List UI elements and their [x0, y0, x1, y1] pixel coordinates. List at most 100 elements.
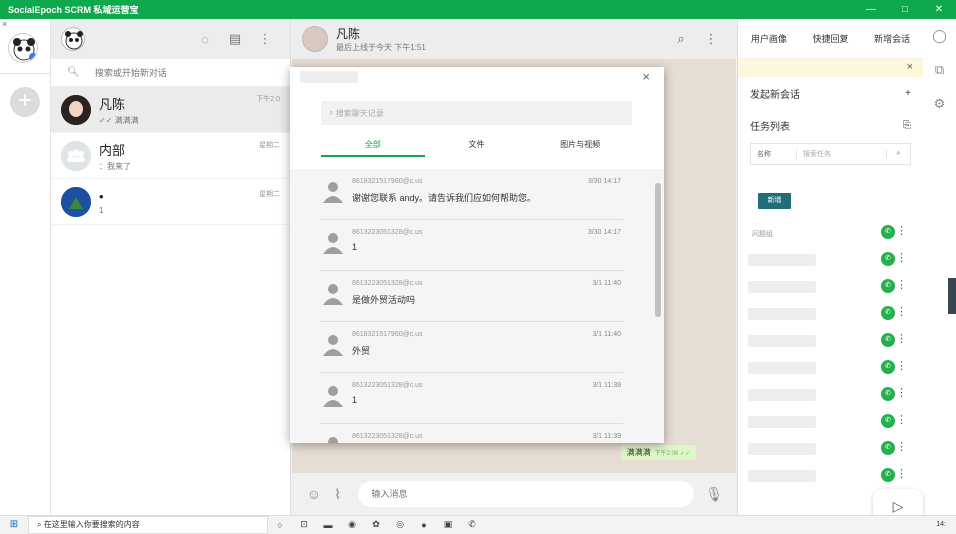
translate-icon[interactable]: ⧉ — [923, 53, 956, 87]
tab-all[interactable]: 全部 — [321, 139, 425, 157]
maximize-button[interactable]: □ — [888, 4, 922, 15]
whatsapp-icon[interactable]: ✆ — [881, 414, 895, 428]
chrome-icon[interactable]: ◎ — [388, 519, 412, 530]
new-chat-icon[interactable]: ▤ — [220, 31, 250, 47]
task-row[interactable]: ✆ ⋮ — [748, 248, 913, 272]
account-avatar[interactable] — [8, 33, 38, 63]
chat-search: 🔍︎ — [51, 59, 290, 87]
message-input[interactable] — [357, 481, 695, 507]
more-icon[interactable]: ⋮ — [896, 440, 907, 453]
task-row[interactable]: ✆ ⋮ — [748, 302, 913, 326]
task-row[interactable]: ✆ ⋮ — [748, 464, 913, 488]
task-row[interactable]: ✆ ⋮ — [748, 221, 913, 245]
task-row[interactable]: ✆ ⋮ — [748, 356, 913, 380]
search-icon[interactable]: ⌕ — [886, 150, 910, 158]
history-item[interactable]: 8618321517960@c.us 3/1 11:40 外贸 — [320, 322, 623, 373]
chat-item-3[interactable]: • 星期二 1 — [51, 179, 290, 225]
whatsapp-icon[interactable]: ✆ — [881, 225, 895, 239]
rail-close-icon[interactable]: × — [2, 19, 7, 29]
widgets-icon[interactable]: ⊡ — [292, 519, 316, 530]
menu-icon[interactable]: ⋮ — [250, 31, 280, 47]
start-chat-row[interactable]: 发起新会话 + — [738, 77, 923, 109]
app-icon[interactable]: ▣ — [436, 519, 460, 530]
whatsapp-icon[interactable]: ✆ — [881, 279, 895, 293]
more-icon[interactable]: ⋮ — [896, 251, 907, 264]
app-icon[interactable]: ✿ — [364, 519, 388, 530]
task-row[interactable]: ✆ ⋮ — [748, 275, 913, 299]
task-row[interactable]: ✆ ⋮ — [748, 410, 913, 434]
chat-search-input[interactable] — [94, 67, 274, 78]
history-search[interactable]: ⌕ 搜索聊天记录 — [321, 101, 632, 125]
chat-bubble-icon[interactable]: ◯ — [923, 19, 956, 53]
gear-icon[interactable]: ⚙ — [923, 87, 956, 121]
chat-list-pane: ◌ ▤ ⋮ 🔍︎ 凡陈 下午2:0 ✓✓ 满满满 内部 星期二 ：我来了 — [51, 19, 291, 515]
chat-item-1[interactable]: 凡陈 下午2:0 ✓✓ 满满满 — [51, 87, 290, 133]
tab-quick-reply[interactable]: 快捷回复 — [812, 32, 848, 45]
app-icon[interactable]: ● — [412, 520, 436, 530]
person-icon — [323, 386, 343, 407]
more-icon[interactable]: ⋮ — [896, 305, 907, 318]
chat-item-2[interactable]: 内部 星期二 ：我来了 — [51, 133, 290, 179]
attach-icon[interactable]: ⌇ — [326, 486, 350, 503]
chat-preview: ✓✓ 满满满 — [99, 115, 139, 125]
status-icon[interactable]: ◌ — [190, 32, 220, 47]
whatsapp-icon[interactable]: ✆ — [881, 360, 895, 374]
file-explorer-icon[interactable]: ▬ — [316, 520, 340, 530]
search-icon: ⌕ — [37, 519, 44, 529]
task-view-icon[interactable]: ○ — [268, 520, 292, 530]
microphone-icon[interactable]: 🎙︎ — [702, 486, 726, 503]
tab-user-profile[interactable]: 用户画像 — [751, 32, 787, 45]
more-icon[interactable]: ⋮ — [896, 413, 907, 426]
tab-files[interactable]: 文件 — [425, 139, 529, 157]
history-item[interactable]: 8613223051328@c.us 3/30 14:17 1 — [320, 220, 623, 271]
more-icon[interactable]: ⋮ — [896, 359, 907, 372]
filter-select[interactable]: 名称 — [751, 149, 797, 159]
whatsapp-icon[interactable]: ✆ — [881, 252, 895, 266]
history-item[interactable]: 8613223051328@c.us 3/1 11:39 1 — [320, 373, 623, 424]
dialog-close-button[interactable]: × — [642, 69, 650, 84]
plus-icon[interactable]: + — [905, 88, 911, 99]
os-taskbar: ⊞ ⌕ 在这里输入你要搜索的内容 ○ ⊡ ▬ ◉ ✿ ◎ ● ▣ ✆ 14: — [0, 515, 956, 534]
search-icon[interactable]: ⌕ — [666, 31, 696, 47]
whatsapp-icon[interactable]: ✆ — [460, 519, 484, 530]
whatsapp-icon[interactable]: ✆ — [881, 468, 895, 482]
history-scrollbar[interactable] — [655, 183, 661, 317]
chat-preview: ：我来了 — [99, 161, 131, 171]
tab-new-session[interactable]: 新增会话 — [874, 32, 910, 45]
taskbar-search[interactable]: ⌕ 在这里输入你要搜索的内容 — [28, 515, 268, 534]
more-icon[interactable]: ⋮ — [896, 386, 907, 399]
whatsapp-icon[interactable]: ✆ — [881, 306, 895, 320]
app-icon[interactable]: ◉ — [340, 519, 364, 530]
history-item[interactable]: 8618321517960@c.us 3/30 14:17 谢谢您联系 andy… — [320, 169, 623, 220]
tab-media[interactable]: 图片与视频 — [528, 139, 632, 157]
whatsapp-icon[interactable]: ✆ — [881, 387, 895, 401]
new-task-button[interactable]: 新增 — [758, 193, 791, 209]
contact-avatar[interactable] — [302, 26, 328, 52]
menu-icon[interactable]: ⋮ — [696, 31, 726, 47]
add-account-button[interactable]: + — [10, 87, 40, 117]
filter-input[interactable]: 搜索任务 — [797, 149, 886, 159]
emoji-icon[interactable]: ☺ — [302, 486, 326, 502]
task-row[interactable]: ✆ ⋮ — [748, 437, 913, 461]
more-icon[interactable]: ⋮ — [896, 467, 907, 480]
whatsapp-icon[interactable]: ✆ — [881, 441, 895, 455]
task-row[interactable]: ✆ ⋮ — [748, 383, 913, 407]
taskbar-clock[interactable]: 14: — [936, 521, 956, 528]
more-icon[interactable]: ⋮ — [896, 278, 907, 291]
history-item[interactable]: 8613223051328@c.us 3/1 11:39 — [320, 424, 623, 443]
banner-close-icon[interactable]: × — [907, 61, 913, 73]
edge-handle[interactable] — [948, 278, 956, 314]
more-icon[interactable]: ⋮ — [896, 332, 907, 345]
whatsapp-icon[interactable]: ✆ — [881, 333, 895, 347]
history-time: 3/1 11:39 — [592, 433, 621, 440]
history-item[interactable]: 8613223051328@c.us 3/1 11:40 是做外贸活动吗 — [320, 271, 623, 322]
more-icon[interactable]: ⋮ — [896, 224, 907, 237]
minimize-button[interactable]: — — [854, 4, 888, 15]
close-window-button[interactable]: ✕ — [922, 4, 956, 15]
windows-start-icon[interactable]: ⊞ — [0, 519, 28, 530]
export-icon[interactable]: ⎘ — [903, 120, 911, 131]
my-avatar[interactable] — [61, 27, 85, 51]
task-row[interactable]: ✆ ⋮ — [748, 329, 913, 353]
person-icon — [323, 335, 343, 356]
history-sender: 8618321517960@c.us — [352, 178, 423, 185]
